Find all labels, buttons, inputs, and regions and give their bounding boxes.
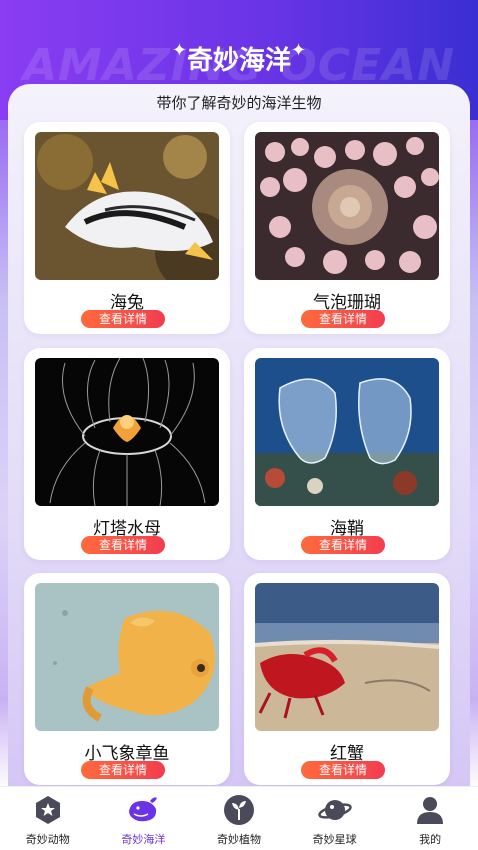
view-details-button[interactable]: 查看详情 [81, 761, 165, 779]
page-title: ✦奇妙海洋✦ [0, 40, 478, 77]
tab-planets[interactable]: 奇妙星球 [290, 787, 380, 850]
tab-label: 奇妙星球 [312, 833, 357, 846]
bottom-tab-bar: 奇妙动物 奇妙海洋 奇妙植物 奇妙星球 我的 [0, 786, 478, 850]
sprout-icon [223, 795, 254, 825]
tab-label: 奇妙植物 [216, 833, 261, 846]
creature-card[interactable]: 海兔 查看详情 [24, 122, 230, 334]
view-details-button[interactable]: 查看详情 [81, 310, 165, 328]
view-details-button[interactable]: 查看详情 [301, 536, 385, 554]
dumbo-octopus-image [35, 583, 219, 731]
sparkle-icon: ✦ [171, 40, 187, 61]
view-details-button[interactable]: 查看详情 [301, 310, 385, 328]
planet-icon [317, 800, 352, 820]
tab-label: 我的 [419, 833, 442, 846]
sea-slug-image [35, 132, 219, 280]
sparkle-icon: ✦ [291, 40, 307, 61]
creature-card[interactable]: 海鞘 查看详情 [244, 348, 450, 560]
user-icon [417, 797, 444, 824]
immortal-jellyfish-image [35, 358, 219, 506]
creature-card[interactable]: 气泡珊瑚 查看详情 [244, 122, 450, 334]
tab-label: 奇妙海洋 [121, 833, 166, 846]
tab-profile[interactable]: 我的 [385, 787, 475, 850]
page-title-text: 奇妙海洋 [186, 46, 291, 76]
sea-squirt-image [255, 358, 439, 506]
star-icon [35, 796, 60, 824]
page-subtitle: 带你了解奇妙的海洋生物 [156, 94, 322, 112]
creature-card[interactable]: 红蟹 查看详情 [244, 573, 450, 785]
tab-plants[interactable]: 奇妙植物 [194, 787, 284, 850]
whale-icon [129, 797, 158, 822]
view-details-button[interactable]: 查看详情 [301, 761, 385, 779]
tab-label: 奇妙动物 [25, 833, 70, 846]
bubble-coral-image [255, 132, 439, 280]
creature-card[interactable]: 小飞象章鱼 查看详情 [24, 573, 230, 785]
view-details-button[interactable]: 查看详情 [81, 536, 165, 554]
tab-ocean[interactable]: 奇妙海洋 [98, 787, 188, 850]
red-crab-image [255, 583, 439, 731]
creature-card[interactable]: 灯塔水母 查看详情 [24, 348, 230, 560]
tab-animals[interactable]: 奇妙动物 [3, 787, 93, 850]
